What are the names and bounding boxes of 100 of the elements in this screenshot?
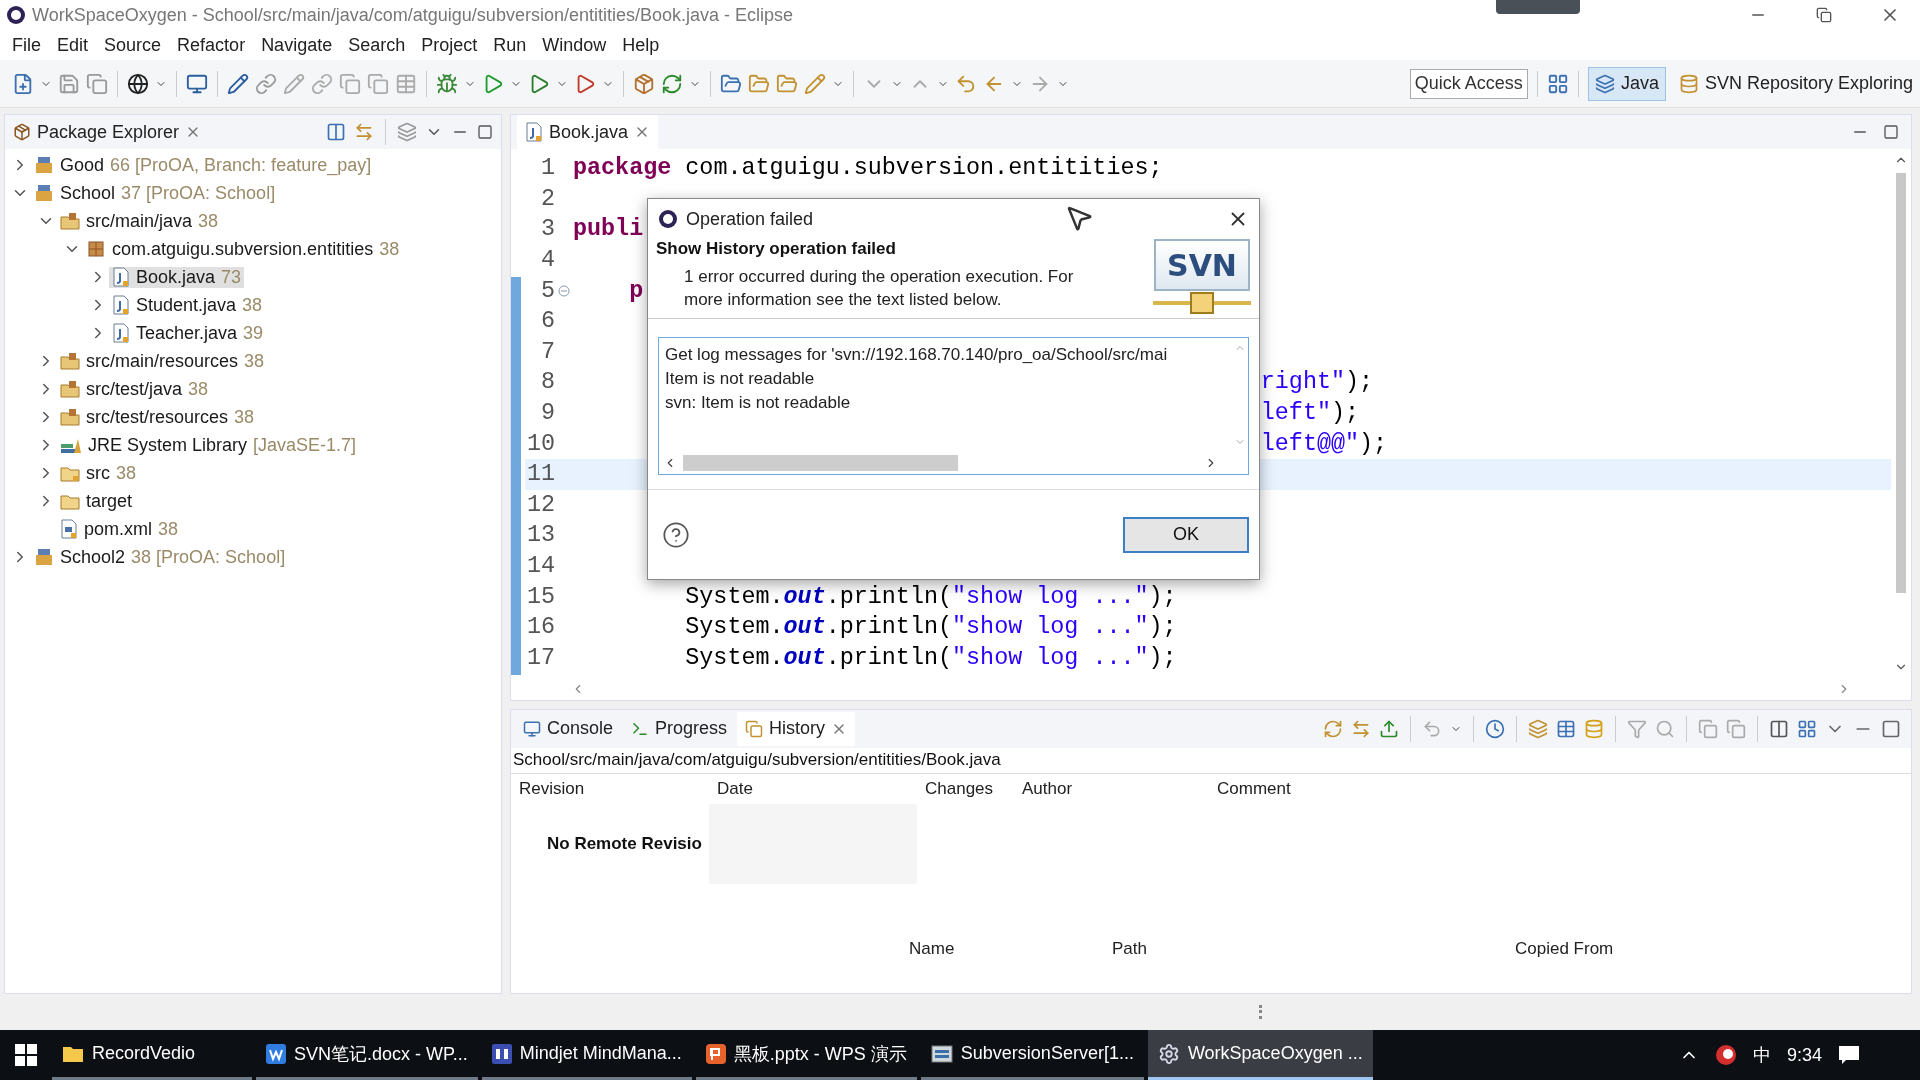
column-header[interactable]: Path: [1104, 938, 1507, 959]
menu-item[interactable]: File: [4, 34, 49, 56]
tree-item[interactable]: src 38: [57, 462, 140, 484]
view-tab[interactable]: Console: [515, 711, 622, 746]
upload-icon[interactable]: [1379, 718, 1399, 739]
column-header[interactable]: Copied From: [1507, 938, 1911, 959]
tree-item[interactable]: Good 66 [ProOA, Branch: feature_pay]: [31, 154, 375, 176]
maximize-icon[interactable]: [1883, 124, 1899, 140]
folder-open-icon[interactable]: [720, 72, 742, 95]
line-number: 7: [539, 338, 555, 365]
tree-item[interactable]: Book.java 73: [109, 266, 245, 288]
taskbar-item[interactable]: SubversionServer[1...: [920, 1030, 1144, 1080]
link-icon[interactable]: [255, 72, 277, 95]
swap-icon[interactable]: [1351, 718, 1371, 739]
details-field[interactable]: Get log messages for 'svn://192.168.70.140/pro_oa/School/src/mai Item is not readable svn: Item is not readable: [658, 337, 1249, 475]
package-icon[interactable]: [633, 72, 655, 95]
folder-open-icon[interactable]: [776, 72, 798, 95]
column-header[interactable]: Date: [709, 778, 917, 799]
tree-item[interactable]: JRE System Library [JavaSE-1.7]: [57, 434, 360, 456]
fold-icon[interactable]: [558, 284, 570, 297]
ok-button[interactable]: OK: [1123, 516, 1249, 553]
column-header[interactable]: Changes: [917, 778, 1014, 799]
menu-item[interactable]: Source: [96, 34, 170, 56]
scrollbar-thumb[interactable]: [1896, 173, 1906, 593]
tree-item[interactable]: src/test/resources 38: [57, 406, 258, 428]
monitor-icon[interactable]: [186, 72, 208, 95]
menu-item[interactable]: Refactor: [169, 34, 254, 56]
view-tab[interactable]: Progress: [623, 711, 736, 746]
tree-item[interactable]: School2 38 [ProOA: School]: [31, 546, 289, 568]
search-icon[interactable]: [1655, 718, 1675, 739]
refresh-icon[interactable]: [1323, 718, 1343, 739]
item-label: src/test/java: [86, 378, 183, 400]
tree-item[interactable]: School 37 [ProOA: School]: [31, 182, 279, 204]
column-header[interactable]: Author: [1014, 778, 1209, 799]
clock-time[interactable]: 9:34: [1786, 1044, 1822, 1066]
menu-item[interactable]: Navigate: [253, 34, 341, 56]
menu-item[interactable]: Help: [614, 34, 668, 56]
taskbar-item[interactable]: RecordVedio: [52, 1030, 252, 1080]
new-file-icon[interactable]: [12, 72, 34, 95]
link-icon[interactable]: [311, 72, 333, 95]
perspective-button[interactable]: Java: [1587, 66, 1666, 101]
layers-icon[interactable]: [1528, 718, 1548, 739]
pencil-icon[interactable]: [227, 72, 249, 95]
copy-icon[interactable]: [1698, 718, 1718, 739]
column-header[interactable]: Name: [901, 938, 1104, 959]
tree-item[interactable]: com.atguigu.subversion.entitities 38: [83, 238, 403, 260]
view-tab[interactable]: History: [737, 711, 856, 746]
clock-icon[interactable]: [1485, 718, 1505, 739]
save-icon[interactable]: [58, 72, 80, 95]
menu-item[interactable]: Search: [340, 34, 414, 56]
help-icon[interactable]: [662, 520, 690, 549]
perspective-button[interactable]: SVN Repository Exploring: [1671, 66, 1920, 101]
maximize-icon[interactable]: [1881, 718, 1901, 739]
restore-icon[interactable]: [1816, 7, 1832, 23]
pencil-icon[interactable]: [804, 72, 826, 95]
editor-tab[interactable]: Book.java: [517, 115, 659, 149]
table-icon[interactable]: [395, 72, 417, 95]
input-method-indicator[interactable]: 中: [1752, 1043, 1771, 1067]
item-label: Teacher.java: [136, 322, 238, 344]
tab-label: Book.java: [549, 121, 629, 143]
tree-item[interactable]: pom.xml 38: [57, 518, 182, 540]
menu-item[interactable]: Project: [413, 34, 486, 56]
refresh-icon[interactable]: [661, 72, 683, 95]
item-label: target: [86, 490, 133, 512]
tree-item[interactable]: src/test/java 38: [57, 378, 212, 400]
tree-item[interactable]: src/main/java 38: [57, 210, 222, 232]
menu-item[interactable]: Edit: [49, 34, 97, 56]
notification-icon[interactable]: [1838, 1045, 1860, 1065]
copy-icon[interactable]: [339, 72, 361, 95]
database-icon[interactable]: [1584, 718, 1604, 739]
menu-item[interactable]: Window: [534, 34, 615, 56]
columns-icon[interactable]: [1769, 718, 1789, 739]
column-header[interactable]: Revision: [511, 778, 709, 799]
quick-access-button[interactable]: Quick Access: [1409, 68, 1528, 99]
menu-item[interactable]: Run: [485, 34, 535, 56]
copy-icon[interactable]: [367, 72, 389, 95]
tray-app-icon[interactable]: [1714, 1044, 1737, 1066]
save-all-icon[interactable]: [86, 72, 108, 95]
tree-item[interactable]: Student.java 38: [109, 294, 266, 316]
taskbar-item[interactable]: Mindjet MindMana...: [481, 1030, 692, 1080]
taskbar-item[interactable]: WorkSpaceOxygen ...: [1147, 1030, 1373, 1080]
taskbar-item[interactable]: 黑板.pptx - WPS 演示: [695, 1030, 917, 1080]
copy-icon[interactable]: [1726, 718, 1746, 739]
maximize-icon[interactable]: [477, 124, 493, 140]
scrollbar-thumb[interactable]: [683, 455, 958, 471]
open-perspective-icon[interactable]: [1546, 72, 1569, 95]
resize-grip[interactable]: [1258, 1005, 1262, 1019]
folder-open-icon[interactable]: [748, 72, 770, 95]
bug-icon[interactable]: [436, 72, 458, 95]
grid-icon[interactable]: [1797, 718, 1817, 739]
table-icon[interactable]: [1556, 718, 1576, 739]
start-icon[interactable]: [15, 1044, 37, 1066]
taskbar-item[interactable]: SVN笔记.docx - WP...: [256, 1030, 478, 1080]
tree-item[interactable]: Teacher.java 39: [109, 322, 267, 344]
globe-icon[interactable]: [127, 72, 149, 95]
line-number: 17: [525, 644, 555, 671]
undo-icon[interactable]: [1422, 718, 1442, 739]
column-header[interactable]: Comment: [1209, 778, 1911, 799]
tree-item[interactable]: src/main/resources 38: [57, 350, 268, 372]
tree-item[interactable]: target: [57, 490, 136, 512]
